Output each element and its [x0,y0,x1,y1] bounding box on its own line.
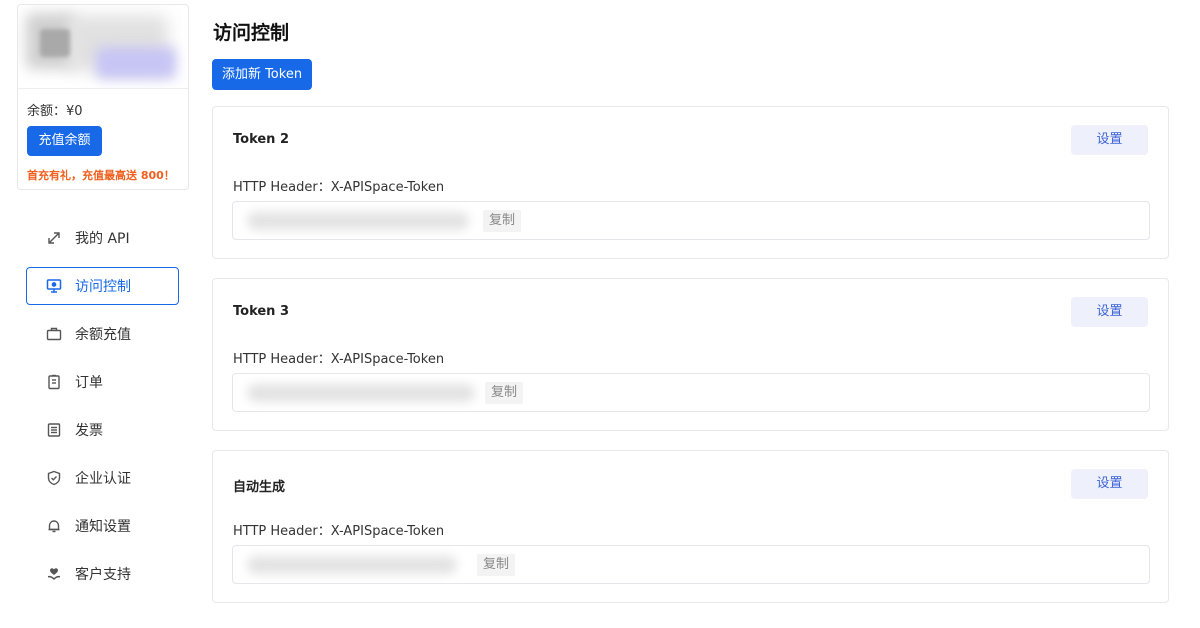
balance-line: 余额：¥0 [27,100,83,119]
sidebar-item-my-api[interactable]: 我的 API [26,219,179,257]
add-token-button[interactable]: 添加新 Token [212,59,312,90]
profile-card: 余额：¥0 充值余额 首充有礼，充值最高送 800！ [17,4,189,190]
sidebar-item-invoice[interactable]: 发票 [26,411,179,449]
balance-value: ¥0 [66,104,83,119]
token-card: 自动生成 设置 HTTP Header：X-APISpace-Token 复制 [212,450,1169,603]
token-field[interactable]: 复制 [232,201,1150,240]
token-card: Token 3 设置 HTTP Header：X-APISpace-Token … [212,278,1169,431]
sidebar-item-label: 企业认证 [75,471,131,487]
sidebar-item-notifications[interactable]: 通知设置 [26,507,179,545]
profile-banner [18,5,188,89]
sidebar-item-orders[interactable]: 订单 [26,363,179,401]
copy-button[interactable]: 复制 [477,554,516,576]
settings-button[interactable]: 设置 [1071,469,1148,499]
balance-label: 余额： [27,104,67,119]
token-field[interactable]: 复制 [232,373,1150,412]
hand-heart-icon [45,565,63,583]
recharge-button[interactable]: 充值余额 [27,126,102,156]
sidebar-item-recharge[interactable]: 余额充值 [26,315,179,353]
page-title: 访问控制 [213,22,290,44]
http-header-label: HTTP Header：X-APISpace-Token [233,352,445,367]
sidebar-item-label: 余额充值 [75,327,131,343]
token-value-masked [247,212,469,230]
token-card: Token 2 设置 HTTP Header：X-APISpace-Token … [212,106,1169,259]
sidebar-item-label: 通知设置 [75,519,131,535]
link-icon [45,229,63,247]
sidebar-item-enterprise-auth[interactable]: 企业认证 [26,459,179,497]
avatar[interactable] [40,29,70,57]
token-field[interactable]: 复制 [232,545,1150,584]
token-name: 自动生成 [233,480,286,495]
sidebar-item-support[interactable]: 客户支持 [26,555,179,593]
token-name: Token 3 [233,304,290,319]
sidebar-item-label: 我的 API [75,231,130,247]
copy-button[interactable]: 复制 [483,210,522,232]
monitor-icon [45,277,63,295]
shield-check-icon [45,469,63,487]
clipboard-icon [45,373,63,391]
sidebar-item-label: 发票 [75,423,103,439]
settings-button[interactable]: 设置 [1071,297,1148,327]
http-header-label: HTTP Header：X-APISpace-Token [233,180,445,195]
sidebar-nav: 我的 API 访问控制 余额充值 订单 发票 企业认证 通知设置 客户支持 [26,219,180,603]
token-name: Token 2 [233,132,290,147]
invoice-icon [45,421,63,439]
settings-button[interactable]: 设置 [1071,125,1148,155]
sidebar-item-label: 客户支持 [75,567,131,583]
token-value-masked [247,384,475,402]
sidebar-item-access-control[interactable]: 访问控制 [26,267,179,305]
promo-text: 首充有礼，充值最高送 800！ [27,169,175,182]
http-header-label: HTTP Header：X-APISpace-Token [233,524,445,539]
sidebar-item-label: 访问控制 [75,279,131,295]
copy-button[interactable]: 复制 [485,382,524,404]
token-value-masked [247,556,457,574]
sidebar-item-label: 订单 [75,375,103,391]
wallet-icon [45,325,63,343]
bell-icon [45,517,63,535]
